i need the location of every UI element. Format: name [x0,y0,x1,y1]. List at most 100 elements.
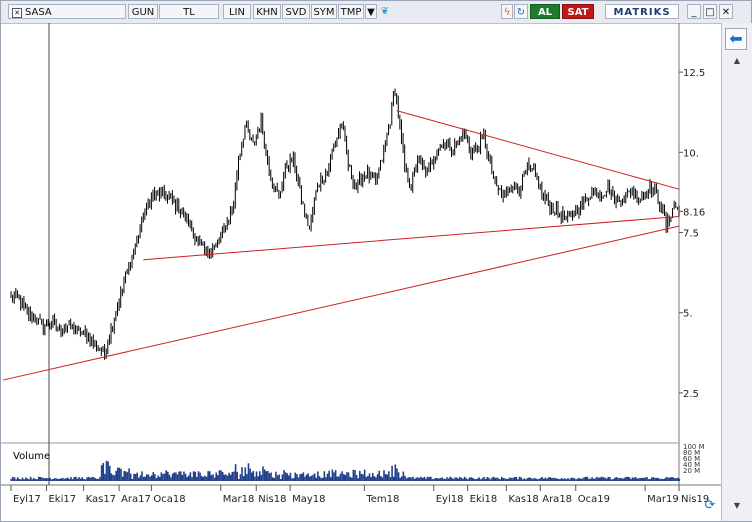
volume-bar [481,478,484,481]
volume-bar [23,479,26,481]
volume-bar [347,472,350,481]
x-tick-label: Tem18 [365,494,399,505]
volume-bar [655,477,658,481]
khn-button[interactable]: KHN [253,4,281,19]
refresh-icon[interactable]: ↻ [514,4,528,19]
volume-bar [92,477,95,481]
volume-bar [125,471,127,481]
volume-bar [431,479,434,481]
price-chart[interactable]: 100 M80 M60 M40 M20 M 12.5 10. 7.5 5. 2.5 8.1… [1,23,721,521]
volume-bar [321,477,324,481]
volume-bar [575,479,577,481]
scroll-down-icon[interactable]: ▼ [732,501,742,511]
volume-bar [118,467,121,481]
scroll-up-icon[interactable]: ▲ [732,56,742,66]
volume-bar [304,476,306,481]
volume-bar [384,474,387,481]
maximize-button[interactable]: □ [703,4,717,19]
volume-bar [296,474,298,481]
volume-bar [107,461,109,481]
volume-bar [399,477,401,481]
volume-bar [610,479,613,481]
twitter-bird-icon[interactable]: ❦ [378,4,392,19]
volume-bar [310,475,313,481]
sym-button[interactable]: SYM [311,4,337,19]
volume-bar [400,476,403,481]
volume-bar [673,478,676,481]
volume-bar [313,473,316,481]
volume-bar [497,478,500,481]
chart-frame [1,23,721,486]
volume-bar [228,472,230,481]
volume-bar [657,477,660,481]
volume-bar [528,477,531,481]
volume-bar [350,477,353,481]
volume-bar [292,478,295,481]
volume-bar [294,472,297,481]
lightning-icon[interactable]: ϟ [501,4,513,19]
close-icon[interactable]: ✕ [12,8,22,18]
scale-button[interactable]: LIN [223,4,251,19]
volume-bar [260,474,263,481]
close-button[interactable]: ✕ [719,4,733,19]
period-button[interactable]: GUN [128,4,158,19]
volume-bar [336,476,339,481]
x-tick-label: Nis18 [258,494,286,505]
volume-bar [489,479,492,481]
currency-button[interactable]: TL [159,4,219,19]
volume-bar [567,478,569,481]
volume-bar [447,478,450,481]
volume-bar [247,463,250,481]
volume-bar [365,477,368,481]
volume-bar [184,473,187,481]
volume-bar [263,469,266,481]
x-tick-label: Oca18 [153,494,185,505]
volume-bar [291,478,293,481]
left-arrow-icon[interactable]: ⬅ [725,28,747,50]
volume-bar [544,477,547,481]
volume-bar [644,477,647,481]
chart-refresh-icon[interactable]: ⟳ [701,497,719,515]
volume-bar [570,477,572,481]
volume-bar [208,471,211,481]
volume-bar [197,471,200,481]
volume-bar [221,472,224,481]
svd-button[interactable]: SVD [282,4,310,19]
trendline [2,225,680,381]
triangle-down-icon[interactable]: ▼ [365,4,377,19]
minimize-button[interactable]: _ [687,4,701,19]
volume-bar [37,476,40,481]
volume-bar [505,479,508,481]
volume-bar [397,472,400,481]
volume-bar [591,477,593,481]
x-tick-label: Ara18 [542,494,572,505]
sell-button[interactable]: SAT [562,4,594,19]
volume-bar [592,478,595,481]
tmp-button[interactable]: TMP [338,4,364,19]
volume-bar [250,472,253,481]
volume-bar [239,474,242,481]
volume-bar [392,476,395,481]
volume-bar [342,474,345,481]
symbol-selector[interactable]: ✕ SASA [8,4,126,19]
volume-bar [476,478,479,481]
buy-button[interactable]: AL [530,4,560,19]
volume-bar [515,477,518,481]
volume-bar [513,476,516,481]
volume-bar [475,479,477,481]
volume-bar [128,468,130,481]
volume-bar [309,476,311,481]
volume-bar [144,476,147,481]
volume-bar [613,477,616,481]
volume-bar [66,477,69,481]
volume-bar [286,473,289,481]
volume-bar [176,474,179,481]
volume-bar [320,477,322,481]
volume-bar [289,472,292,481]
volume-bar [407,477,410,481]
volume-bar [583,477,585,481]
volume-bar [15,479,17,481]
volume-bar [360,473,363,481]
x-axis: Eyl17 Eki17 Kas17 Ara17 Oca18 Mar18 Nis18 May18… [10,485,709,505]
volume-bar [191,477,193,481]
